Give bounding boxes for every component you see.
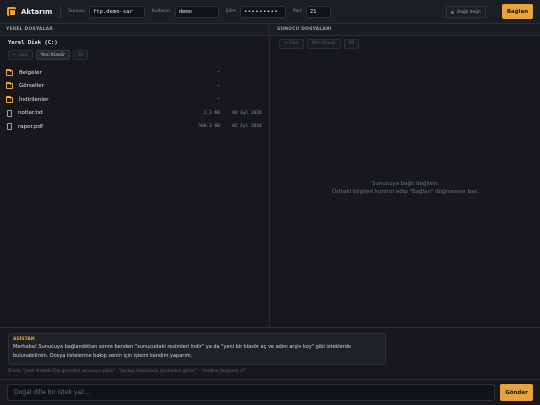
user-input[interactable]: demo — [174, 5, 219, 18]
local-toolbar: ← Geri Yeni Klasör Sil — [0, 48, 269, 62]
app-logo-icon — [7, 7, 16, 16]
list-item[interactable]: Görseller — — [0, 80, 269, 94]
folder-icon — [6, 95, 13, 103]
port-input[interactable]: 21 — [305, 5, 331, 18]
file-size: — — [217, 83, 220, 89]
password-label: Şifre — [225, 9, 236, 14]
file-size: 2.3 KB — [203, 110, 220, 116]
document-icon — [7, 123, 12, 131]
document-icon — [7, 109, 12, 117]
list-item[interactable]: notlar.txt 2.3 KB 04 Eyl 2026 — [0, 107, 269, 121]
status-text: Bağlı değil — [457, 9, 481, 15]
user-label: Kullanıcı — [152, 9, 171, 14]
list-item[interactable]: Belgeler — — [0, 66, 269, 80]
file-name: rapor.pdf — [18, 123, 43, 130]
assistant-message-bubble: ASİSTAN Merhaba! Sunucuya bağlandıktan s… — [8, 333, 386, 365]
local-delete-button[interactable]: Sil — [72, 50, 89, 60]
file-name: Görseller — [19, 83, 44, 90]
divider — [60, 5, 62, 18]
port-label: Port — [292, 9, 302, 14]
chat-composer: Doğal dille bir istek yaz... Gönder — [0, 379, 540, 405]
status-dot-icon — [451, 10, 454, 14]
local-file-list: Belgeler — Görseller — İndirilenler — no… — [0, 62, 269, 134]
remote-toolbar: ← Geri Yeni Klasör Sil — [271, 36, 540, 50]
local-new-folder-button[interactable]: Yeni Klasör — [35, 50, 70, 60]
chat-input[interactable]: Doğal dille bir istek yaz... — [7, 384, 495, 401]
folder-icon — [6, 82, 13, 90]
host-input[interactable]: ftp.demo-sar — [89, 5, 146, 18]
local-panel-header: YEREL DOSYALAR — [0, 24, 269, 36]
local-path: Yerel Disk (C:) — [8, 40, 58, 46]
file-name: Belgeler — [19, 69, 42, 76]
file-name: notlar.txt — [18, 110, 43, 117]
example-prompts: Örnek: "yerel diskteki tüm görselleri su… — [8, 368, 246, 373]
empty-state-line-2: Üstteki bilgileri kontrol edip "Bağlan" … — [331, 189, 479, 195]
file-size: 500.3 KB — [198, 124, 220, 130]
file-name: İndirilenler — [19, 96, 49, 103]
folder-icon — [6, 68, 13, 76]
connection-status-badge: Bağlı değil — [446, 6, 486, 18]
empty-state-line-1: Sunucuya bağlı değilsin. — [371, 181, 440, 187]
local-files-panel: YEREL DOSYALAR Yerel Disk (C:) ← Geri Ye… — [0, 24, 270, 327]
assistant-message: Merhaba! Sunucuya bağlandıktan sonra ben… — [13, 344, 351, 359]
local-back-button[interactable]: ← Geri — [8, 50, 33, 60]
file-date: 02 Eyl 2026 — [232, 124, 262, 130]
remote-panel-header: SUNUCU DOSYALARI — [271, 24, 540, 36]
app-title: Aktarım — [21, 7, 53, 16]
remote-back-button[interactable]: ← Geri — [279, 38, 304, 49]
file-size: — — [217, 97, 220, 103]
assistant-area: ASİSTAN Merhaba! Sunucuya bağlandıktan s… — [0, 327, 540, 379]
assistant-label: ASİSTAN — [13, 337, 35, 342]
remote-files-panel: SUNUCU DOSYALARI ← Geri Yeni Klasör Sil … — [271, 24, 540, 327]
file-size: — — [217, 70, 220, 76]
remote-new-folder-button[interactable]: Yeni Klasör — [306, 38, 341, 49]
remote-empty-state: Sunucuya bağlı değilsin. Üstteki bilgile… — [271, 180, 540, 196]
remote-delete-button[interactable]: Sil — [343, 38, 360, 49]
top-bar: Aktarım Sunucu ftp.demo-sar Kullanıcı de… — [0, 0, 540, 24]
host-label: Sunucu — [68, 9, 86, 14]
list-item[interactable]: rapor.pdf 500.3 KB 02 Eyl 2026 — [0, 120, 269, 134]
list-item[interactable]: İndirilenler — — [0, 93, 269, 107]
password-input[interactable]: ••••••••• — [239, 5, 286, 18]
file-date: 04 Eyl 2026 — [232, 110, 262, 116]
send-button[interactable]: Gönder — [500, 384, 533, 401]
connect-button[interactable]: Bağlan — [502, 4, 533, 19]
